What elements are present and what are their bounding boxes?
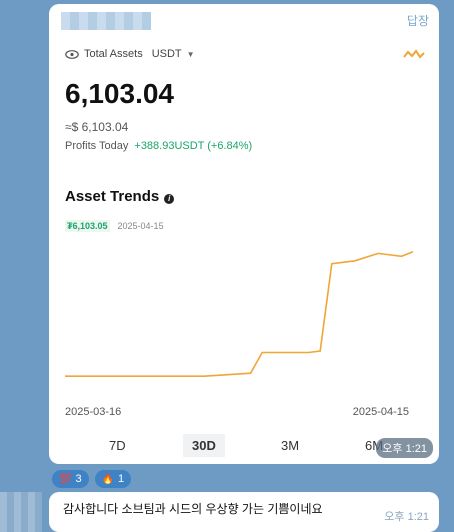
- message-time: 오후 1:21: [376, 438, 433, 458]
- reactions-bar: 💯 3 🔥 1: [52, 470, 132, 488]
- message-time: 오후 1:21: [384, 511, 429, 523]
- avatar[interactable]: [0, 492, 42, 532]
- asset-trends-label: Asset Trends: [65, 188, 160, 205]
- asset-card-image[interactable]: Total Assets USDT ▼ 6,103.04 ≈$ 6,103.04…: [53, 38, 435, 458]
- info-icon[interactable]: i: [164, 194, 175, 204]
- reaction-100[interactable]: 💯 3: [52, 470, 89, 488]
- fire-icon: 🔥: [101, 473, 115, 485]
- balance-approx: ≈$ 6,103.04: [65, 120, 129, 134]
- currency-selector[interactable]: USDT: [152, 48, 182, 60]
- profits-today: Profits Today +388.93USDT (+6.84%): [65, 140, 252, 152]
- profits-label: Profits Today: [65, 140, 129, 152]
- series-line: [65, 251, 414, 377]
- balance-value: 6,103.04: [65, 78, 174, 109]
- tab-3m[interactable]: 3M: [281, 438, 299, 453]
- message-bubble[interactable]: 답장 Total Assets USDT ▼ 6,103.04 ≈$ 6,103…: [49, 4, 439, 464]
- x-axis-start: 2025-03-16: [65, 406, 122, 418]
- tab-7d[interactable]: 7D: [109, 438, 126, 453]
- asset-trends-title: Asset Trends i: [65, 188, 175, 205]
- x-axis-end: 2025-04-15: [352, 406, 409, 418]
- message-bubble-2[interactable]: 감사합니다 소브팀과 시드의 우상향 가는 기쁨이네요 오후 1:21: [49, 492, 439, 532]
- total-assets-row: Total Assets USDT ▼: [65, 48, 195, 60]
- reaction-count: 1: [118, 473, 125, 485]
- message-text: 감사합니다 소브팀과 시드의 우상향 가는 기쁨이네요: [63, 502, 323, 516]
- total-assets-label: Total Assets: [84, 48, 143, 60]
- tab-30d[interactable]: 30D: [183, 434, 225, 457]
- sender-name-blurred: [61, 12, 151, 30]
- point-date: 2025-04-15: [117, 221, 164, 231]
- hundred-icon: 💯: [59, 473, 72, 485]
- caret-down-icon[interactable]: ▼: [187, 50, 195, 59]
- chart-trend-icon[interactable]: [403, 48, 425, 60]
- profits-value: +388.93USDT (+6.84%): [134, 140, 253, 152]
- eye-icon[interactable]: [65, 49, 79, 59]
- reaction-fire[interactable]: 🔥 1: [94, 470, 132, 488]
- reaction-count: 3: [75, 473, 82, 485]
- point-value: ₮6,103.05: [65, 220, 110, 232]
- asset-trend-chart: [65, 251, 414, 377]
- point-tooltip: ₮6,103.05 2025-04-15: [65, 220, 164, 232]
- reply-button[interactable]: 답장: [407, 12, 429, 29]
